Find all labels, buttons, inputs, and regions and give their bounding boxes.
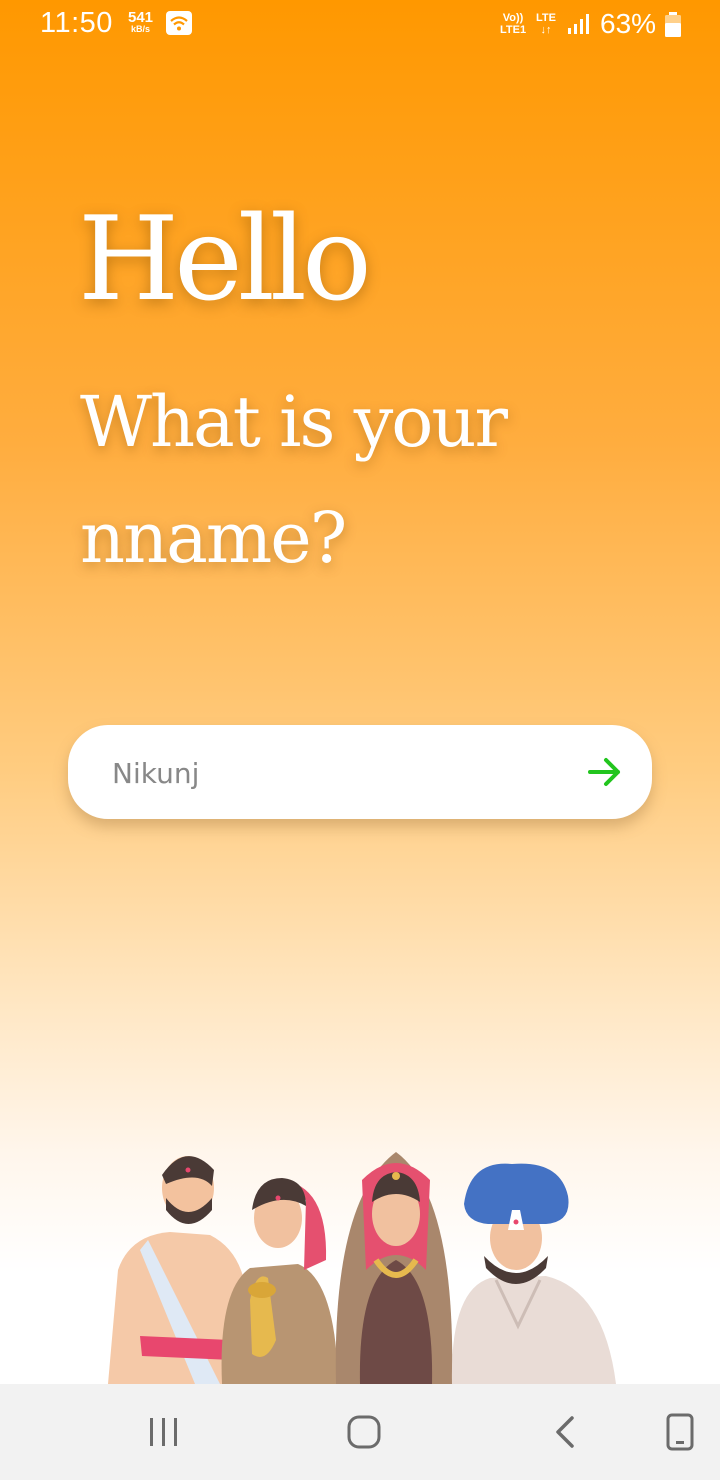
name-input[interactable] (110, 747, 554, 799)
recent-apps-icon[interactable] (140, 1408, 188, 1456)
bride-figure (335, 1152, 453, 1384)
home-icon[interactable] (340, 1408, 388, 1456)
arrow-right-icon[interactable] (586, 753, 624, 791)
volte-label: Vo)) (502, 12, 524, 24)
back-icon[interactable] (542, 1408, 590, 1456)
lte-indicator: LTE ↓↑ (536, 12, 556, 36)
battery-icon (665, 12, 681, 37)
screen-rotate-icon[interactable] (656, 1408, 704, 1456)
volte-sim-label: LTE1 (500, 24, 527, 36)
greeting-title: Hello (78, 192, 372, 327)
name-input-container (68, 725, 652, 819)
battery-percent: 63% (600, 8, 657, 39)
network-speed-unit: kB/s (131, 24, 151, 34)
woman-with-pink-dupatta-figure (221, 1178, 338, 1384)
lte-label: LTE (536, 12, 556, 24)
status-time: 11:50 (40, 7, 113, 39)
status-bar: 11:50 541 kB/s Vo)) LTE1 LTE ↓↑ 63% (0, 0, 720, 52)
indian-people-illustration (108, 1152, 616, 1384)
signal-icon (568, 14, 589, 34)
volte-indicator: Vo)) LTE1 (500, 12, 526, 36)
navigation-bar (0, 1384, 720, 1480)
man-with-blue-turban-figure (451, 1163, 616, 1384)
lte-arrows: ↓↑ (540, 24, 552, 36)
network-speed: 541 kB/s (128, 10, 153, 34)
greeting-question: What is your nname? (80, 381, 508, 579)
wifi-icon (166, 11, 192, 35)
